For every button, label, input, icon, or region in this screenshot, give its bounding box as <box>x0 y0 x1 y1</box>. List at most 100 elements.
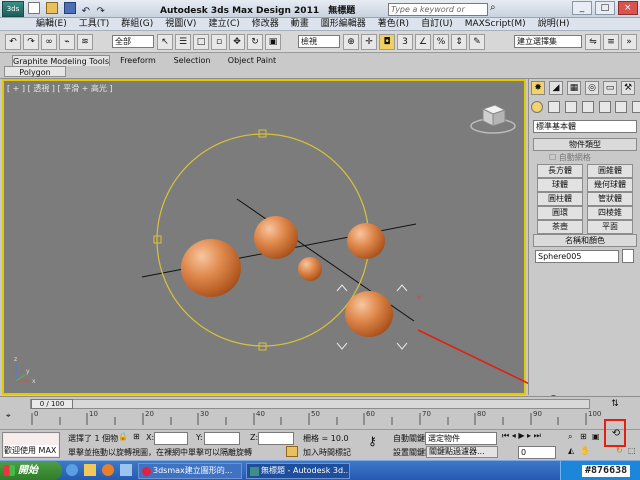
keyboard-shortcut-icon[interactable]: ◘ <box>379 34 395 50</box>
search-icon[interactable]: ⌕ <box>490 2 502 16</box>
maximize-viewport-icon[interactable]: ⬚ <box>628 446 638 456</box>
create-tab-icon[interactable]: ✸ <box>531 81 545 95</box>
angle-snap-icon[interactable]: ∠ <box>415 34 431 50</box>
time-tag-icon[interactable] <box>286 446 298 457</box>
menu-maxscript[interactable]: MAXScript(M) <box>459 18 532 30</box>
new-file-icon[interactable] <box>28 2 40 14</box>
ribbon-tab-freeform[interactable]: Freeform <box>118 55 158 66</box>
snap-toggle-icon[interactable]: 3 <box>397 34 413 50</box>
spinner-snap-icon[interactable]: ⇕ <box>451 34 467 50</box>
zoom-all-icon[interactable]: ⊞ <box>580 432 590 442</box>
move-icon[interactable]: ✥ <box>229 34 245 50</box>
orbit-icon[interactable]: ↻ <box>616 446 628 456</box>
highlighted-orbit-button[interactable]: ⟲ <box>604 419 626 447</box>
app-logo-icon[interactable]: 3ds <box>2 1 24 17</box>
play-icon[interactable]: ▶ <box>518 431 524 440</box>
ribbon-sub-tab-polygon-modeling[interactable]: Polygon Modeling <box>4 66 66 88</box>
goto-end-icon[interactable]: ⏭ <box>534 431 541 440</box>
systems-icon[interactable] <box>632 101 640 113</box>
time-slider-thumb[interactable]: 0 / 100 <box>31 399 73 409</box>
motion-tab-icon[interactable]: ◎ <box>585 81 599 95</box>
menu-rendering[interactable]: 著色(R) <box>372 18 415 30</box>
undo-button[interactable]: ↶ <box>5 34 21 50</box>
pyramid-button[interactable]: 四棱錐 <box>587 206 633 220</box>
window-crossing-icon[interactable]: ▫ <box>211 34 227 50</box>
pivot-center-icon[interactable]: ⊕ <box>343 34 359 50</box>
shapes-icon[interactable] <box>547 101 560 113</box>
menu-create[interactable]: 建立(C) <box>202 18 245 30</box>
torus-button[interactable]: 圓環 <box>537 206 583 220</box>
zoom-extents-icon[interactable]: ▣ <box>592 432 602 442</box>
key-mode-icon[interactable]: ⇅ <box>608 399 622 413</box>
link-icon[interactable]: ∞ <box>41 34 57 50</box>
ie-icon[interactable] <box>66 464 78 476</box>
select-by-name-icon[interactable]: ☰ <box>175 34 191 50</box>
menu-group[interactable]: 群組(G) <box>115 18 159 30</box>
menu-graph-editors[interactable]: 圖形編輯器 <box>315 18 372 30</box>
percent-snap-icon[interactable]: % <box>433 34 449 50</box>
reference-coordinate-dropdown[interactable]: 檢視 <box>298 35 340 48</box>
cylinder-button[interactable]: 圓柱體 <box>537 192 583 206</box>
scale-icon[interactable]: ▣ <box>265 34 281 50</box>
undo-icon[interactable]: ↶ <box>82 6 94 18</box>
mini-curve-editor-icon[interactable]: ⌖ <box>6 411 18 421</box>
x-coord-input[interactable] <box>154 432 188 445</box>
pan-icon[interactable]: ✋ <box>580 446 590 456</box>
align-icon[interactable]: ≡ <box>603 34 619 50</box>
maximize-icon[interactable]: □ <box>594 1 615 15</box>
taskbar-item-3dsmax[interactable]: 無標題 - Autodesk 3d... <box>246 463 350 479</box>
autogrid-checkbox[interactable]: ☐ 自動網格 <box>549 152 591 163</box>
select-object-icon[interactable]: ↖ <box>157 34 173 50</box>
absolute-mode-icon[interactable]: ⊞ <box>133 432 143 443</box>
rotate-icon[interactable]: ↻ <box>247 34 263 50</box>
ribbon-tab-graphite[interactable]: Graphite Modeling Tools <box>12 55 110 66</box>
space-warps-icon[interactable] <box>615 101 628 113</box>
rect-select-region-icon[interactable]: □ <box>193 34 209 50</box>
more-tools-icon[interactable]: » <box>621 34 637 50</box>
menu-help[interactable]: 說明(H) <box>532 18 576 30</box>
menu-modifiers[interactable]: 修改器 <box>246 18 285 30</box>
search-input[interactable]: Type a keyword or phrase <box>388 3 488 25</box>
menu-views[interactable]: 視圖(V) <box>159 18 202 30</box>
redo-button[interactable]: ↷ <box>23 34 39 50</box>
current-frame-input[interactable]: 0 <box>518 446 556 459</box>
name-and-color-rollout[interactable]: 名稱和顏色 <box>533 234 637 247</box>
bind-space-warp-icon[interactable]: ≋ <box>77 34 93 50</box>
geometry-icon[interactable] <box>531 101 543 113</box>
cone-button[interactable]: 圓錐體 <box>587 164 633 178</box>
open-file-icon[interactable] <box>45 2 58 14</box>
helpers-icon[interactable] <box>598 101 611 113</box>
modify-tab-icon[interactable]: ◢ <box>549 81 563 95</box>
redo-icon[interactable]: ↷ <box>97 6 109 18</box>
box-button[interactable]: 長方體 <box>537 164 583 178</box>
z-coord-input[interactable] <box>258 432 294 445</box>
plane-button[interactable]: 平面 <box>587 220 633 234</box>
zoom-icon[interactable]: ⌕ <box>568 432 578 442</box>
hierarchy-tab-icon[interactable]: ▦ <box>567 81 581 95</box>
geosphere-button[interactable]: 幾何球體 <box>587 178 633 192</box>
media-icon[interactable] <box>101 464 114 476</box>
object-type-rollout[interactable]: 物件類型 <box>533 138 637 151</box>
unlink-icon[interactable]: ⌁ <box>59 34 75 50</box>
utilities-tab-icon[interactable]: ⚒ <box>621 81 635 95</box>
field-of-view-icon[interactable]: ◭ <box>568 446 578 456</box>
object-color-swatch[interactable] <box>622 249 634 263</box>
show-desktop-icon[interactable] <box>119 464 132 476</box>
cameras-icon[interactable] <box>581 101 594 113</box>
close-icon[interactable]: × <box>617 1 638 15</box>
maxscript-listener[interactable]: 歡迎使用 MAX <box>2 432 60 458</box>
save-file-icon[interactable] <box>63 2 76 14</box>
start-button[interactable]: 開始 <box>0 461 62 480</box>
display-tab-icon[interactable]: ▭ <box>603 81 617 95</box>
select-manipulate-icon[interactable]: ✛ <box>361 34 377 50</box>
tube-button[interactable]: 管狀體 <box>587 192 633 206</box>
menu-customize[interactable]: 自訂(U) <box>415 18 459 30</box>
next-frame-icon[interactable]: ▸ <box>527 431 531 440</box>
ribbon-tab-object-paint[interactable]: Object Paint <box>224 55 280 66</box>
selection-filter-dropdown[interactable]: 全部 <box>112 35 154 48</box>
lights-icon[interactable] <box>564 101 577 113</box>
key-filters-button[interactable]: 關鍵點過濾器... <box>426 446 498 458</box>
mirror-icon[interactable]: ⇋ <box>585 34 601 50</box>
ribbon-tab-selection[interactable]: Selection <box>172 55 212 66</box>
prev-frame-icon[interactable]: ◂ <box>512 431 516 440</box>
